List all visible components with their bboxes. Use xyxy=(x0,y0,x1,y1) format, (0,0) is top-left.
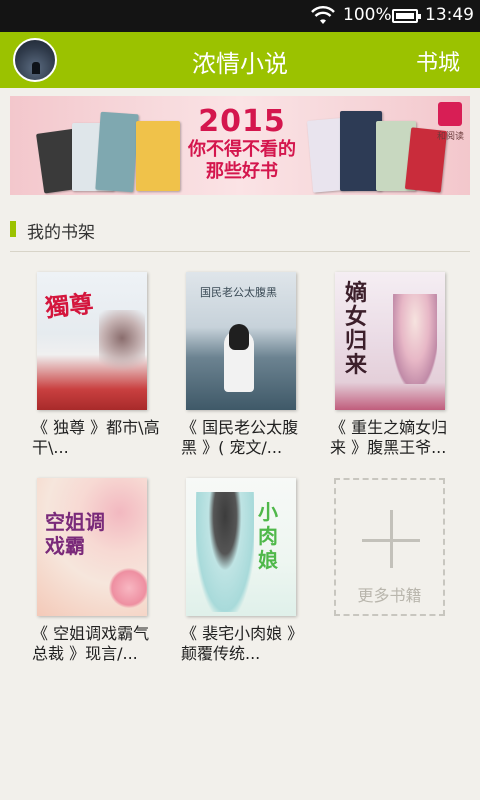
banner-line-1: 你不得不看的 xyxy=(188,139,296,160)
banner-year: 2015 xyxy=(198,104,286,139)
app-header: 浓情小说 书城 xyxy=(0,32,480,88)
book-title[interactable]: 《 空姐调戏霸气总裁 》现言/... xyxy=(32,624,162,664)
book-cover[interactable]: 国民老公太腹黑 xyxy=(186,272,296,410)
cover-figure-hair xyxy=(229,324,249,350)
cover-title: 国民老公太腹黑 xyxy=(200,286,277,299)
cover-title: 嫡女归来 xyxy=(345,281,368,378)
book-title[interactable]: 《 裴宅小肉娘 》颠覆传统... xyxy=(181,624,311,664)
battery-percent: 100% xyxy=(343,5,392,25)
app-title: 浓情小说 xyxy=(192,50,288,78)
cover-figure xyxy=(196,492,254,612)
clock: 13:49 xyxy=(425,5,474,25)
book-title[interactable]: 《 独尊 》都市\高干\... xyxy=(32,418,162,458)
plus-icon-bar xyxy=(362,539,420,542)
shelf-accent-bar xyxy=(10,221,16,237)
banner-line-2: 那些好书 xyxy=(206,161,278,182)
banner-book-cover xyxy=(95,111,139,193)
book-cover[interactable]: 嫡女归来 xyxy=(335,272,445,410)
brand-logo-icon xyxy=(438,102,462,126)
banner-book-cover xyxy=(136,121,180,191)
promo-banner[interactable]: 2015 你不得不看的 那些好书 和阅读 xyxy=(10,96,470,195)
book-cover[interactable]: 空姐调戏霸 xyxy=(37,478,147,616)
book-cover[interactable]: 獨尊 xyxy=(37,272,147,410)
battery-icon xyxy=(392,9,421,23)
book-cover[interactable]: 小肉娘 xyxy=(186,478,296,616)
cover-title: 獨尊 xyxy=(43,289,95,323)
cover-flower xyxy=(109,568,147,608)
status-bar: 100% 13:49 xyxy=(0,0,480,32)
book-title[interactable]: 《 国民老公太腹黑 》( 宠文/... xyxy=(181,418,311,458)
cover-tree xyxy=(99,310,145,380)
book-title[interactable]: 《 重生之嫡女归来 》腹黑王爷... xyxy=(330,418,460,458)
cover-figure xyxy=(393,294,437,384)
book-store-button[interactable]: 书城 xyxy=(416,45,460,77)
divider xyxy=(10,251,470,252)
more-books-button[interactable]: 更多书籍 xyxy=(334,478,445,616)
cover-title: 空姐调戏霸 xyxy=(45,510,105,558)
wifi-icon xyxy=(311,6,335,24)
cover-title: 小肉娘 xyxy=(258,500,278,572)
brand-label: 和阅读 xyxy=(436,132,464,142)
shelf-title: 我的书架 xyxy=(27,223,95,243)
more-books-label: 更多书籍 xyxy=(357,586,422,605)
banner-headline: 2015 你不得不看的 那些好书 xyxy=(182,104,302,183)
